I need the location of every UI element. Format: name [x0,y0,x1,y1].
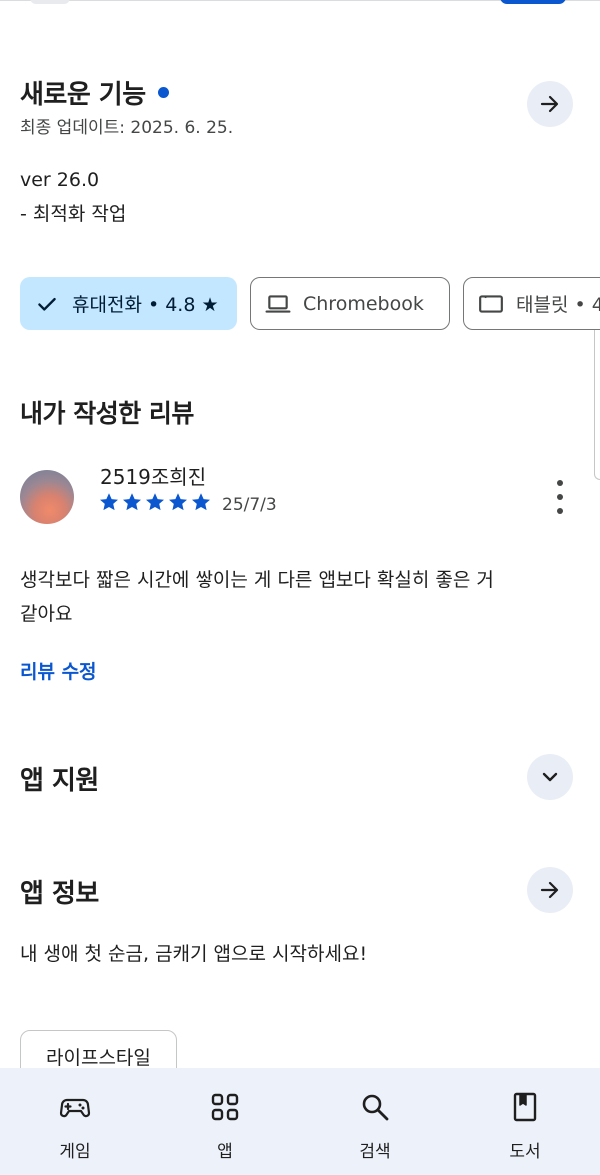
chevron-down-icon [542,772,558,782]
nav-search[interactable]: 검색 [300,1068,450,1175]
laptop-icon [265,294,291,313]
nav-apps[interactable]: 앱 [150,1068,300,1175]
app-info-arrow-button[interactable] [527,867,573,913]
more-dot [557,480,563,486]
nav-books-label: 도서 [509,1142,541,1162]
app-support-expand-button[interactable] [527,754,573,800]
nav-apps-label: 앱 [217,1142,233,1162]
app-info-title: 앱 정보 [20,879,99,909]
nav-games[interactable]: 게임 [0,1068,150,1175]
edit-review-link[interactable]: 리뷰 수정 [20,657,97,684]
star-icon [192,493,210,511]
book-icon [508,1090,542,1124]
last-updated: 최종 업데이트: 2025. 6. 25. [20,118,234,138]
version-text: ver 26.0 [20,169,100,191]
reviewer-name: 2519조희진 [100,465,207,489]
top-right-button[interactable] [500,0,566,4]
whats-new-arrow-button[interactable] [527,81,573,127]
device-panel-edge [594,330,600,480]
more-dot [557,494,563,500]
chip-phone[interactable]: 휴대전화 • 4.8 ★ [20,277,237,330]
chip-phone-label: 휴대전화 • 4.8 ★ [72,294,219,316]
bottom-navigation: 게임 앱 검색 도서 [0,1068,600,1175]
review-date: 25/7/3 [222,495,277,515]
search-icon [358,1090,392,1124]
chip-chromebook[interactable]: Chromebook [250,277,450,330]
star-icon [146,493,164,511]
avatar [20,470,74,524]
apps-grid-icon [208,1090,242,1124]
top-left-pill [30,0,70,4]
whats-new-title: 새로운 기능 [20,74,169,111]
new-indicator-dot [157,87,169,98]
chip-chromebook-label: Chromebook [303,292,424,315]
review-text-line-1: 생각보다 짧은 시간에 쌓이는 게 다른 앱보다 확실히 좋은 거 [20,569,494,591]
rating-stars [98,491,212,513]
release-notes: - 최적화 작업 [20,203,127,225]
app-support-title: 앱 지원 [20,766,99,796]
chip-tablet[interactable]: 태블릿 • 4 [463,277,600,330]
more-options-button[interactable] [545,480,575,514]
nav-books[interactable]: 도서 [450,1068,600,1175]
star-icon [169,493,187,511]
nav-games-label: 게임 [59,1142,91,1162]
star-icon [123,493,141,511]
top-strip [0,0,600,6]
whats-new-title-text: 새로운 기능 [20,80,146,110]
app-description: 내 생애 첫 순금, 금캐기 앱으로 시작하세요! [20,943,368,965]
tablet-icon [479,294,503,313]
star-icon [100,493,118,511]
nav-search-label: 검색 [359,1142,391,1162]
review-text-line-2: 같아요 [20,603,73,625]
check-icon [38,297,56,311]
arrow-right-icon [540,95,559,113]
more-dot [557,508,563,514]
arrow-right-icon [540,881,559,899]
chip-tablet-label: 태블릿 • 4 [516,294,600,316]
my-review-title: 내가 작성한 리뷰 [20,399,194,428]
gamepad-icon [58,1090,92,1124]
